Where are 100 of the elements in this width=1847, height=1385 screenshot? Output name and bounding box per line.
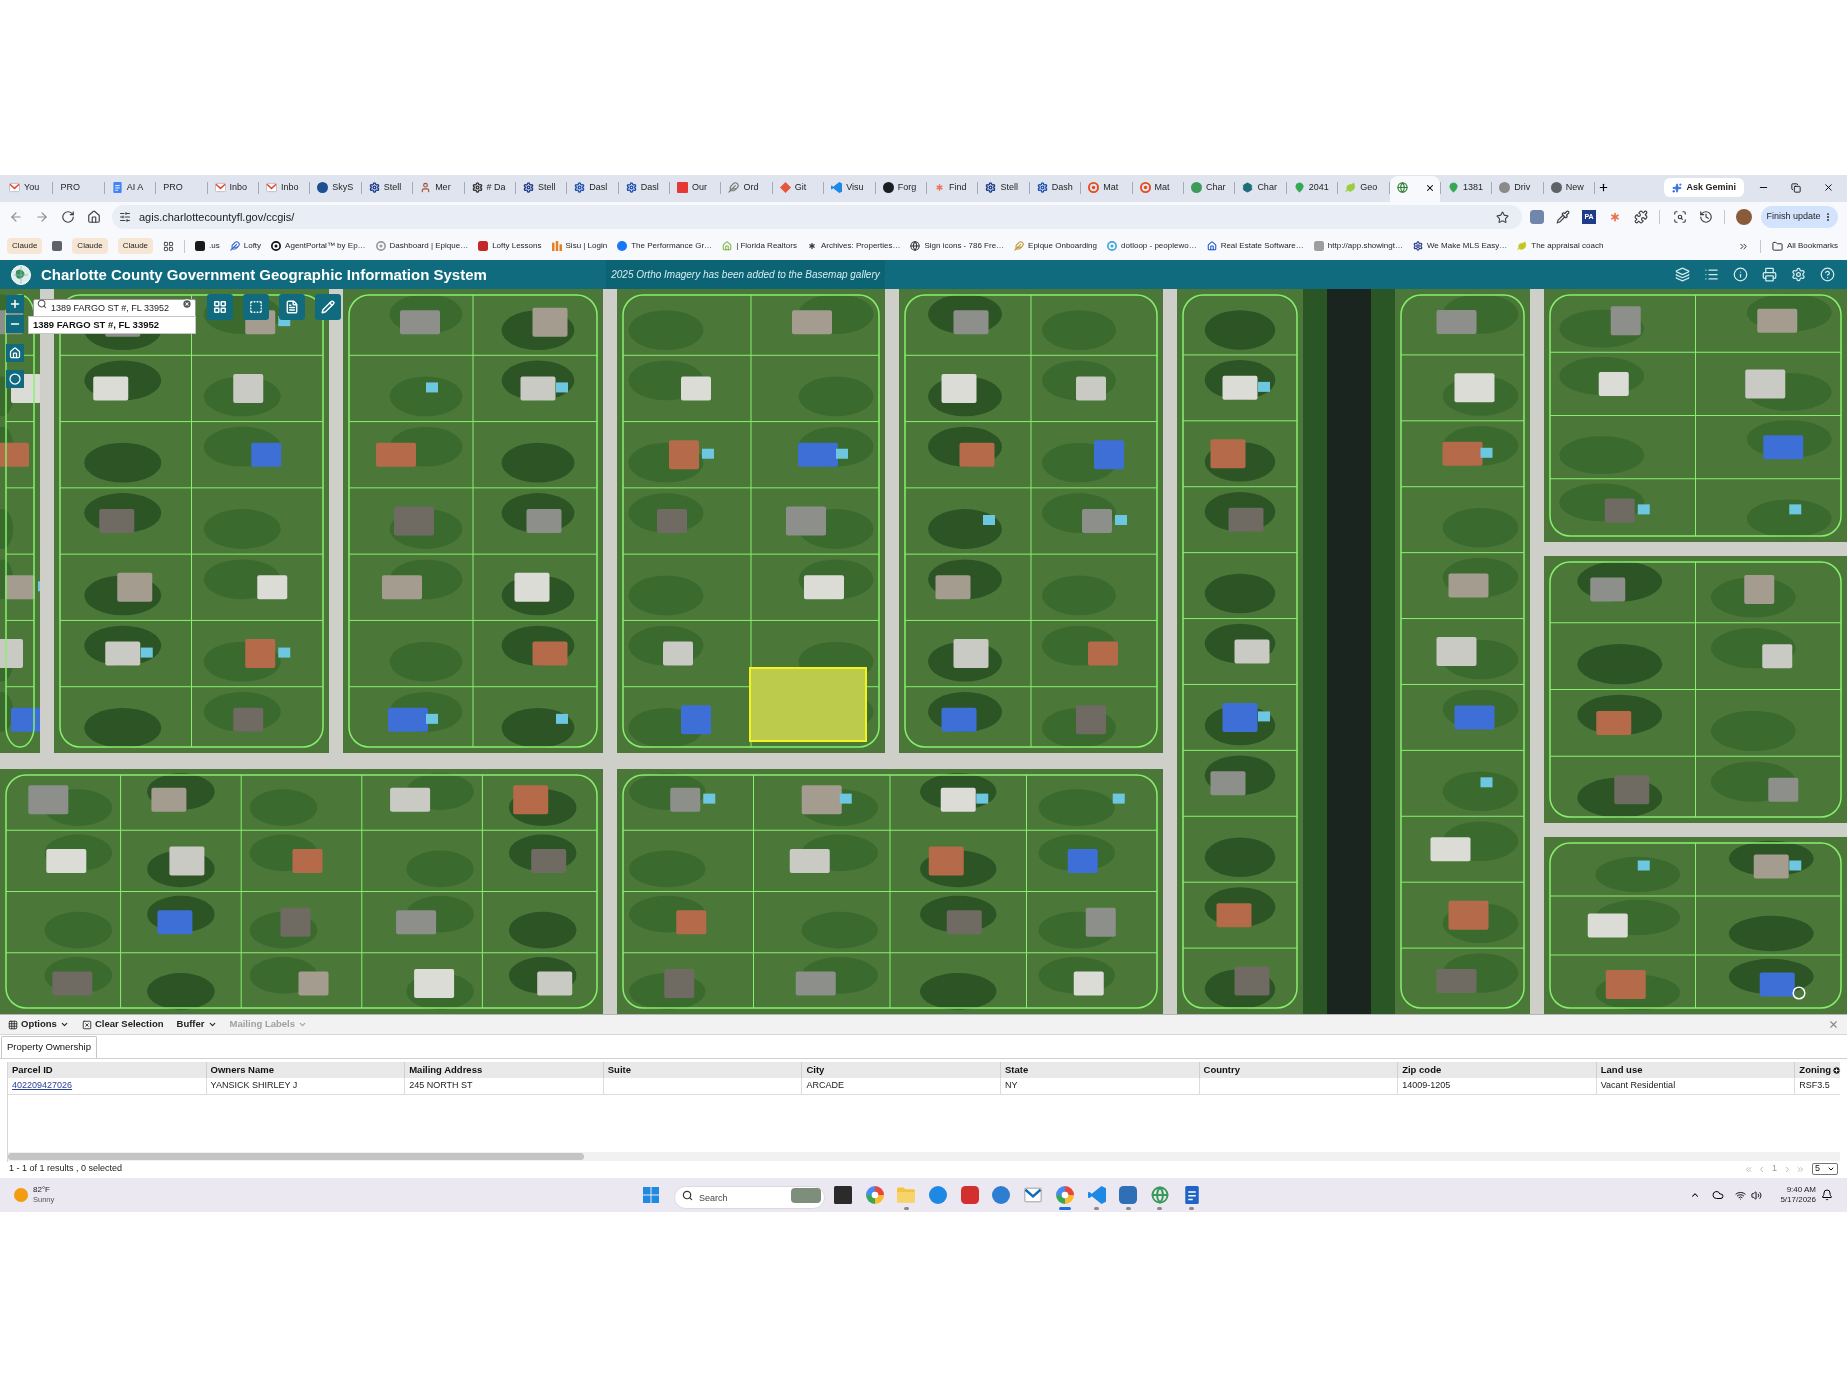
- browser-tab[interactable]: PRO: [53, 176, 104, 202]
- browser-tab[interactable]: Char: [1184, 176, 1235, 202]
- apps-grid-icon[interactable]: [163, 240, 175, 252]
- forward-icon[interactable]: [35, 210, 49, 224]
- bookmark-link[interactable]: The appraisal coach: [1517, 240, 1604, 252]
- browser-tab[interactable]: AI A: [104, 176, 156, 202]
- tab-group-chip[interactable]: Claude: [117, 238, 154, 254]
- disc-icon[interactable]: [929, 1186, 948, 1204]
- panel-tab[interactable]: Property Ownership: [1, 1036, 97, 1058]
- browser-tab[interactable]: Ord: [721, 176, 772, 202]
- column-header[interactable]: Suite: [603, 1062, 803, 1078]
- browser-tab[interactable]: Inbo: [258, 176, 310, 202]
- finish-update-button[interactable]: Finish update: [1761, 206, 1838, 228]
- tile-icon[interactable]: [960, 1186, 979, 1204]
- browser-tab[interactable]: PRO: [156, 176, 207, 202]
- browser-tab[interactable]: Forg: [875, 176, 927, 202]
- bookmark-link[interactable]: Lofty: [229, 240, 262, 252]
- clear-icon[interactable]: [182, 298, 192, 309]
- browser-tab[interactable]: Dash: [1029, 176, 1081, 202]
- bookmark-link[interactable]: Archives: Properties…: [806, 240, 901, 252]
- restore-icon[interactable]: [1791, 182, 1801, 193]
- bookmark-link[interactable]: .us: [195, 240, 220, 252]
- browser-tab[interactable]: New: [1543, 176, 1595, 202]
- close-icon[interactable]: [1424, 182, 1435, 193]
- toolbar-button[interactable]: Clear Selection: [81, 1017, 164, 1032]
- tile-icon[interactable]: [1119, 1186, 1138, 1204]
- column-header[interactable]: Owners Name: [206, 1062, 406, 1078]
- scrollbar-thumb[interactable]: [8, 1153, 584, 1160]
- site-settings-icon[interactable]: [119, 211, 131, 223]
- close-icon[interactable]: [1823, 182, 1834, 193]
- browser-tab[interactable]: 2041: [1286, 176, 1338, 202]
- toolbar-button[interactable]: Options: [8, 1017, 69, 1032]
- browser-tab[interactable]: 1381: [1440, 176, 1492, 202]
- settings-icon[interactable]: [1791, 267, 1806, 282]
- bookmark-link[interactable]: Real Estate Software…: [1206, 240, 1304, 252]
- bookmark-star-icon[interactable]: [1496, 210, 1509, 224]
- pinwheel-icon[interactable]: [865, 1186, 884, 1204]
- bookmark-link[interactable]: Sign icons - 786 Fre…: [910, 240, 1005, 252]
- bookmark-link[interactable]: http://app.showingt…: [1313, 240, 1403, 252]
- column-header[interactable]: Mailing Address: [405, 1062, 604, 1078]
- layers-icon[interactable]: [1675, 267, 1690, 282]
- browser-tab[interactable]: [1389, 176, 1440, 202]
- puzzle-icon[interactable]: [1634, 210, 1648, 224]
- browser-tab[interactable]: Mat: [1081, 176, 1132, 202]
- print-icon[interactable]: [1762, 267, 1777, 282]
- pinwheel-icon[interactable]: [1055, 1186, 1074, 1204]
- browser-tab[interactable]: Driv: [1492, 176, 1543, 202]
- clock[interactable]: 9:40 AM 5/17/2026: [1772, 1185, 1816, 1205]
- tab-group-chip[interactable]: Claude: [72, 238, 108, 254]
- list-icon[interactable]: [1704, 267, 1719, 282]
- browser-tab[interactable]: Dasl: [567, 176, 618, 202]
- browser-tab[interactable]: # Da: [464, 176, 515, 202]
- avatar-icon[interactable]: [1736, 209, 1752, 225]
- bookmark-link[interactable]: Dashboard | Epique…: [375, 240, 469, 252]
- browser-tab[interactable]: Char: [1235, 176, 1286, 202]
- bookmark-link[interactable]: | Florida Realtors: [722, 240, 797, 252]
- column-header[interactable]: Zip code: [1398, 1062, 1597, 1078]
- browser-tab[interactable]: Stell: [361, 176, 413, 202]
- all-bookmarks-link[interactable]: All Bookmarks: [1771, 240, 1838, 252]
- zoom-in-button[interactable]: [6, 295, 24, 313]
- ask-gemini-button[interactable]: Ask Gemini: [1664, 178, 1744, 197]
- locate-button[interactable]: [6, 370, 24, 388]
- browser-tab[interactable]: Stell: [515, 176, 567, 202]
- back-icon[interactable]: [9, 210, 23, 224]
- column-header[interactable]: Land use: [1596, 1062, 1796, 1078]
- ribbon-icon[interactable]: [1087, 1186, 1106, 1204]
- column-header[interactable]: City: [802, 1062, 1001, 1078]
- tool-button[interactable]: [279, 294, 305, 320]
- speaker-icon[interactable]: [1751, 1189, 1762, 1201]
- bookmark-link[interactable]: Lofty Lessons: [478, 240, 542, 252]
- home-button[interactable]: [6, 344, 24, 362]
- browser-tab[interactable]: Git: [772, 176, 824, 202]
- chevron-up-icon[interactable]: [1690, 1190, 1700, 1200]
- history-icon[interactable]: [1699, 210, 1713, 224]
- search-result[interactable]: 1389 FARGO ST #, FL 33952: [28, 316, 196, 334]
- browser-tab[interactable]: Dasl: [618, 176, 670, 202]
- column-header[interactable]: Zoning: [1795, 1062, 1845, 1078]
- envelope-icon[interactable]: [1024, 1186, 1043, 1204]
- new-tab-icon[interactable]: [1598, 182, 1610, 193]
- info-icon[interactable]: [1733, 267, 1748, 282]
- globe-icon[interactable]: [1150, 1186, 1169, 1204]
- browser-tab[interactable]: Stell: [978, 176, 1029, 202]
- toolbar-button[interactable]: Buffer: [176, 1017, 217, 1032]
- browser-tab[interactable]: Visu: [824, 176, 875, 202]
- tool-button[interactable]: [315, 294, 341, 320]
- parcel-link[interactable]: 402209427026: [12, 1079, 73, 1093]
- browser-tab[interactable]: You: [2, 176, 53, 202]
- tab-group-icon[interactable]: [52, 241, 63, 251]
- cloud-icon[interactable]: [1712, 1189, 1724, 1201]
- home-icon[interactable]: [87, 210, 101, 224]
- zoom-out-button[interactable]: [6, 315, 24, 333]
- bookmark-link[interactable]: dotloop - peoplewo…: [1107, 240, 1197, 252]
- bookmark-link[interactable]: Sisu | Login: [551, 240, 608, 252]
- browser-tab[interactable]: Mer: [413, 176, 464, 202]
- bell-icon[interactable]: [1821, 1189, 1833, 1201]
- bookmark-link[interactable]: Epique Onboarding: [1014, 240, 1098, 252]
- browser-tab[interactable]: Find: [927, 176, 978, 202]
- column-header[interactable]: Country: [1199, 1062, 1399, 1078]
- address-bar[interactable]: agis.charlottecountyfl.gov/ccgis/: [112, 205, 1522, 229]
- column-header[interactable]: State: [1000, 1062, 1200, 1078]
